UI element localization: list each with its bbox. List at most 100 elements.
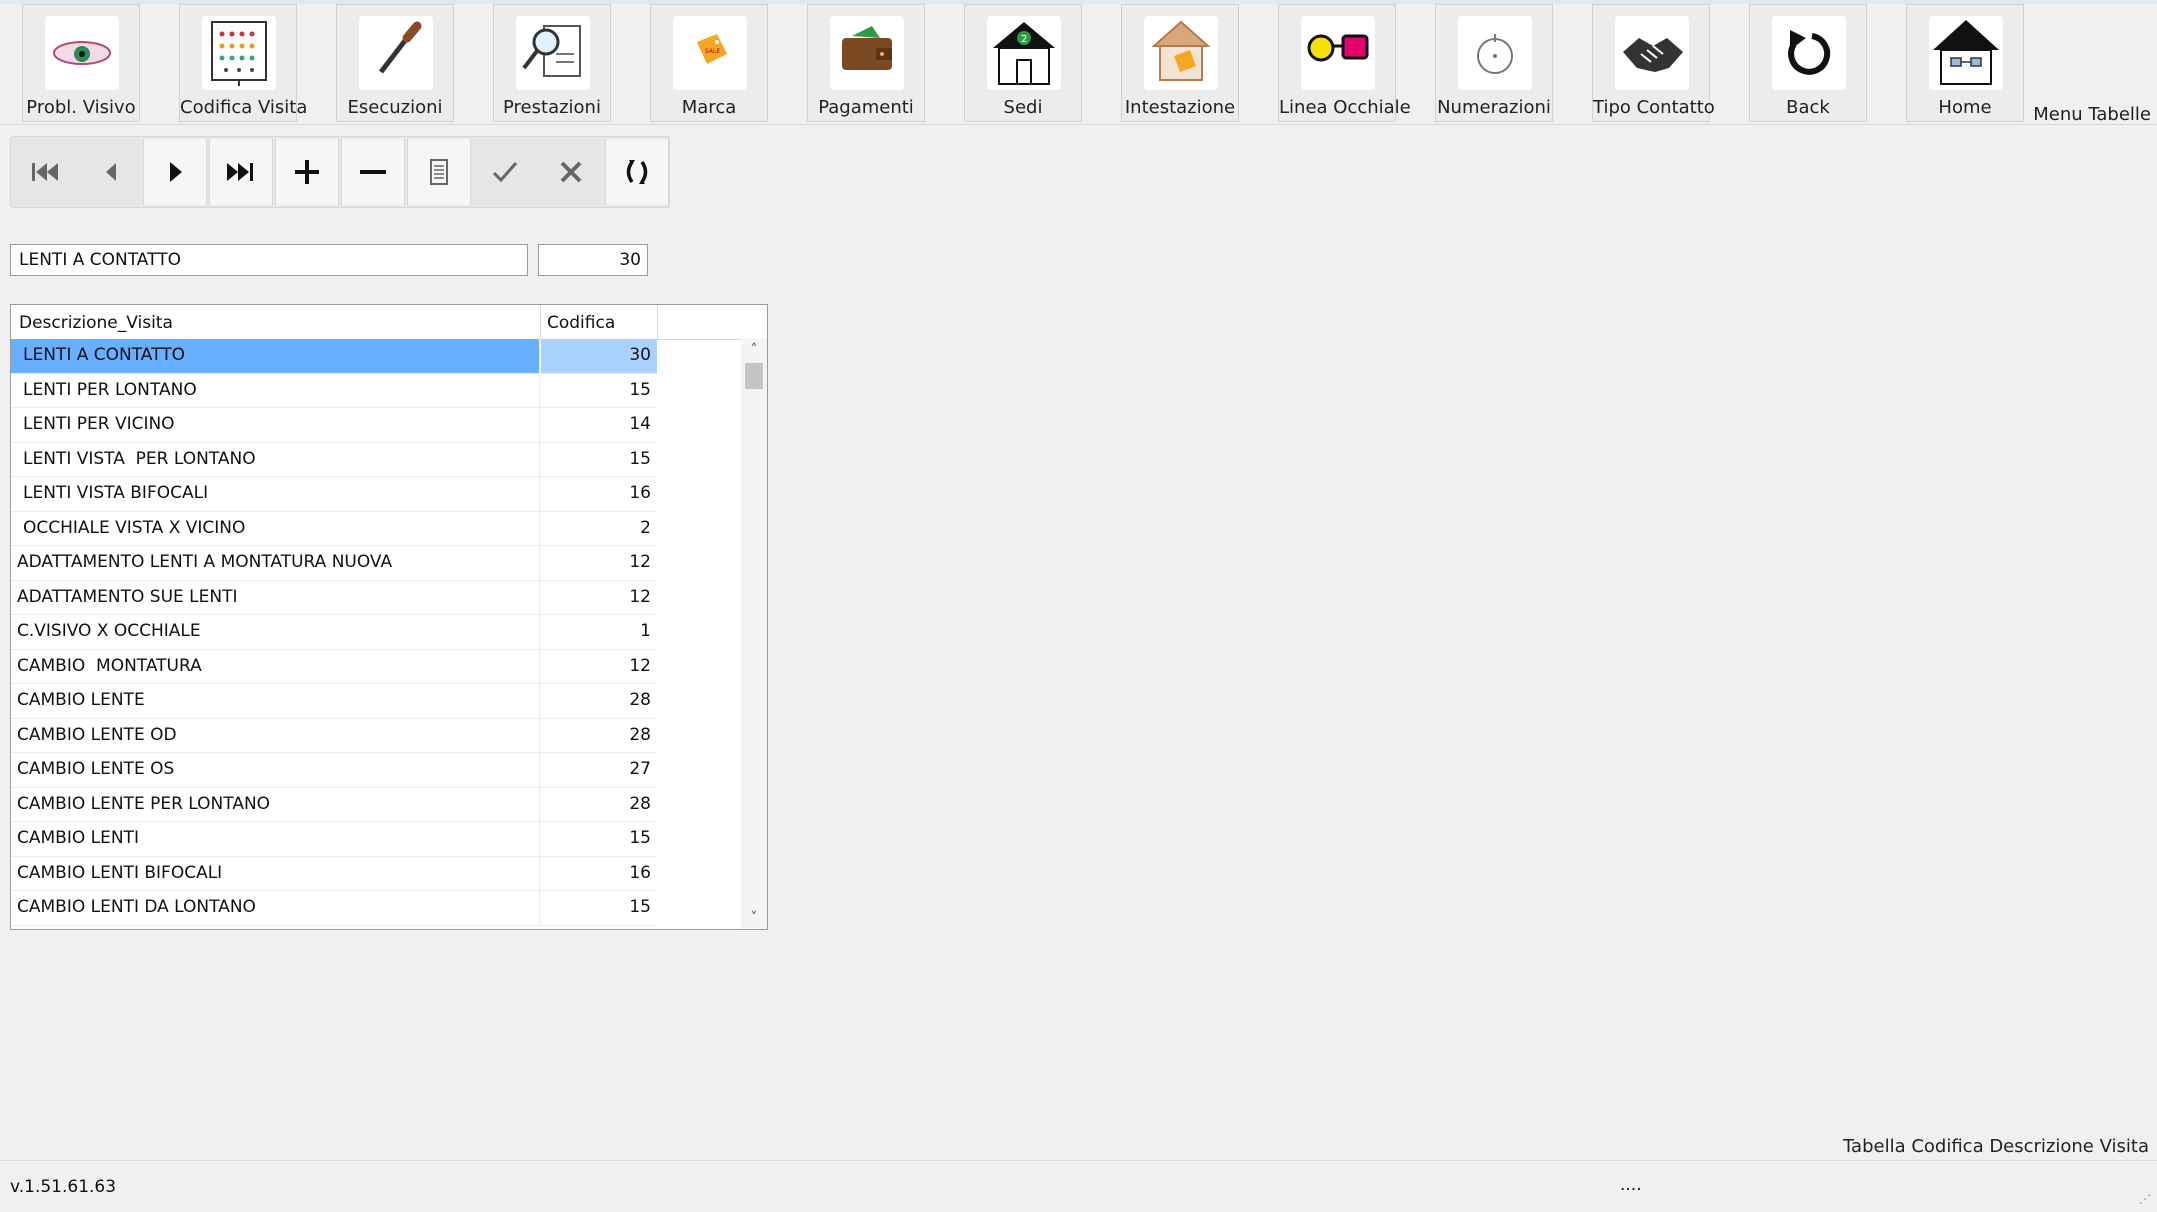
cell-descrizione[interactable]: ADATTAMENTO SUE LENTI [11, 580, 540, 614]
last-record-button[interactable] [209, 139, 273, 205]
cell-descrizione[interactable]: CAMBIO LENTE [11, 684, 540, 718]
cell-codifica[interactable]: 28 [541, 684, 657, 718]
cell-codifica[interactable]: 15 [541, 822, 657, 856]
cell-descrizione[interactable]: CAMBIO LENTE OS [11, 753, 540, 787]
column-header-descrizione[interactable]: Descrizione_Visita [19, 313, 173, 333]
toolbar-button-intestazione[interactable]: Intestazione [1121, 4, 1239, 122]
price-tag-icon: SALE [673, 16, 747, 90]
toolbar-button-prestazioni[interactable]: Prestazioni [493, 4, 611, 122]
toolbar-button-label: Tipo Contatto [1593, 97, 1715, 118]
eye-icon [45, 16, 119, 90]
toolbar-button-linea-occhiale[interactable]: Linea Occhiale [1278, 4, 1411, 122]
table-row[interactable]: CAMBIO LENTI 15 [11, 822, 657, 857]
cell-codifica[interactable]: 1 [541, 615, 657, 649]
scroll-up-icon[interactable]: ˄ [741, 339, 767, 361]
toolbar-button-pagamenti[interactable]: Pagamenti [807, 4, 925, 122]
table-row[interactable]: CAMBIO LENTI BIFOCALI 16 [11, 856, 657, 891]
cell-codifica[interactable]: 15 [541, 891, 657, 925]
table-row[interactable]: LENTI A CONTATTO 30 [11, 339, 657, 374]
cell-codifica[interactable]: 14 [541, 408, 657, 442]
cell-descrizione[interactable]: CAMBIO MONTATURA [11, 649, 540, 683]
plus-icon [295, 160, 319, 184]
cell-descrizione[interactable]: LENTI PER LONTANO [11, 373, 540, 407]
toolbar-button-marca[interactable]: SALE Marca [650, 4, 768, 122]
descrizione-visita-field[interactable]: LENTI A CONTATTO [10, 244, 528, 276]
table-row[interactable]: ADATTAMENTO LENTI A MONTATURA NUOVA 12 [11, 546, 657, 581]
column-header-codifica[interactable]: Codifica [547, 313, 615, 333]
cell-descrizione[interactable]: C.VISIVO X OCCHIALE [11, 615, 540, 649]
codifica-field[interactable]: 30 [538, 244, 648, 276]
table-row[interactable]: CAMBIO LENTE PER LONTANO 28 [11, 787, 657, 822]
toolbar-button-label: Home [1938, 97, 1992, 118]
confirm-button[interactable] [473, 139, 537, 205]
add-record-button[interactable] [275, 139, 339, 205]
table-row[interactable]: C.VISIVO X OCCHIALE 1 [11, 615, 657, 650]
cell-codifica[interactable]: 15 [541, 374, 657, 408]
edit-record-button[interactable] [407, 139, 471, 205]
scrollbar-thumb[interactable] [745, 363, 763, 389]
toolbar-button-numerazioni[interactable]: Numerazioni [1435, 4, 1553, 122]
cell-descrizione[interactable]: CAMBIO LENTE OD [11, 718, 540, 752]
cell-codifica[interactable]: 15 [541, 443, 657, 477]
toolbar-button-tipo-contatto[interactable]: Tipo Contatto [1592, 4, 1715, 122]
scroll-down-icon[interactable]: ˅ [741, 907, 767, 929]
cell-descrizione[interactable]: OCCHIALE VISTA X VICINO [11, 511, 540, 545]
resize-grip-icon[interactable]: ⋰ [2139, 1192, 2151, 1206]
cell-codifica[interactable]: 12 [541, 546, 657, 580]
table-row[interactable]: OCCHIALE VISTA X VICINO 2 [11, 511, 657, 546]
toolbar-button-label: Numerazioni [1437, 97, 1551, 118]
toolbar-button-label: Prestazioni [503, 97, 601, 118]
toolbar-button-sedi[interactable]: 2 Sedi [964, 4, 1082, 122]
cell-codifica[interactable]: 27 [541, 753, 657, 787]
cell-codifica[interactable]: 2 [541, 512, 657, 546]
cell-codifica[interactable]: 16 [541, 477, 657, 511]
toolbar-button-label: Probl. Visivo [26, 97, 136, 118]
cell-codifica[interactable]: 28 [541, 788, 657, 822]
main-toolbar: Menu Tabelle Probl. Visivo Codifica Visit… [0, 4, 2157, 125]
back-arrow-icon [1772, 16, 1846, 90]
table-row[interactable]: LENTI VISTA PER LONTANO 15 [11, 442, 657, 477]
toolbar-button-codifica-visita[interactable]: Codifica Visita [179, 4, 307, 122]
table-row[interactable]: CAMBIO LENTE OS 27 [11, 753, 657, 788]
table-row[interactable]: LENTI PER VICINO 14 [11, 408, 657, 443]
minus-icon [360, 170, 386, 174]
arrow-left-icon [106, 163, 116, 181]
cell-codifica[interactable]: 12 [541, 650, 657, 684]
cell-descrizione[interactable]: LENTI PER VICINO [11, 408, 540, 442]
cell-descrizione[interactable]: CAMBIO LENTI [11, 822, 540, 856]
cell-codifica[interactable]: 16 [541, 857, 657, 891]
toolbar-button-back[interactable]: Back [1749, 4, 1867, 122]
cell-descrizione[interactable]: ADATTAMENTO LENTI A MONTATURA NUOVA [11, 546, 540, 580]
toolbar-button-probl-visivo[interactable]: Probl. Visivo [22, 4, 140, 122]
cell-codifica[interactable]: 28 [541, 719, 657, 753]
house-number-icon: 2 [987, 16, 1061, 90]
table-row[interactable]: ADATTAMENTO SUE LENTI 12 [11, 580, 657, 615]
table-row[interactable]: LENTI PER LONTANO 15 [11, 373, 657, 408]
vertical-scrollbar[interactable]: ˄ ˅ [741, 339, 767, 929]
delete-record-button[interactable] [341, 139, 405, 205]
cell-codifica[interactable]: 12 [541, 581, 657, 615]
table-row[interactable]: CAMBIO LENTI DA LONTANO 15 [11, 891, 657, 926]
refresh-button[interactable] [605, 139, 669, 205]
table-row[interactable]: CAMBIO LENTE 28 [11, 684, 657, 719]
cell-descrizione[interactable]: LENTI A CONTATTO [11, 339, 540, 373]
table-row[interactable]: LENTI VISTA BIFOCALI 16 [11, 477, 657, 512]
cell-descrizione[interactable]: LENTI VISTA PER LONTANO [11, 442, 540, 476]
cancel-button[interactable] [539, 139, 603, 205]
cell-descrizione[interactable]: CAMBIO LENTE PER LONTANO [11, 787, 540, 821]
table-row[interactable]: CAMBIO MONTATURA 12 [11, 649, 657, 684]
table-row[interactable]: CAMBIO LENTE OD 28 [11, 718, 657, 753]
cell-descrizione[interactable]: CAMBIO LENTI DA LONTANO [11, 891, 540, 925]
toolbar-button-esecuzioni[interactable]: Esecuzioni [336, 4, 454, 122]
cell-descrizione[interactable]: LENTI VISTA BIFOCALI [11, 477, 540, 511]
cell-descrizione[interactable]: CAMBIO LENTI BIFOCALI [11, 856, 540, 890]
document-icon [430, 159, 448, 185]
form-title: Tabella Codifica Descrizione Visita [1843, 1136, 2149, 1157]
skip-first-icon [32, 163, 58, 181]
toolbar-button-label: Marca [681, 97, 737, 118]
next-record-button[interactable] [143, 139, 207, 205]
previous-record-button[interactable] [79, 139, 143, 205]
cell-codifica[interactable]: 30 [541, 339, 657, 373]
first-record-button[interactable] [13, 139, 77, 205]
toolbar-button-home[interactable]: Home [1906, 4, 2024, 122]
